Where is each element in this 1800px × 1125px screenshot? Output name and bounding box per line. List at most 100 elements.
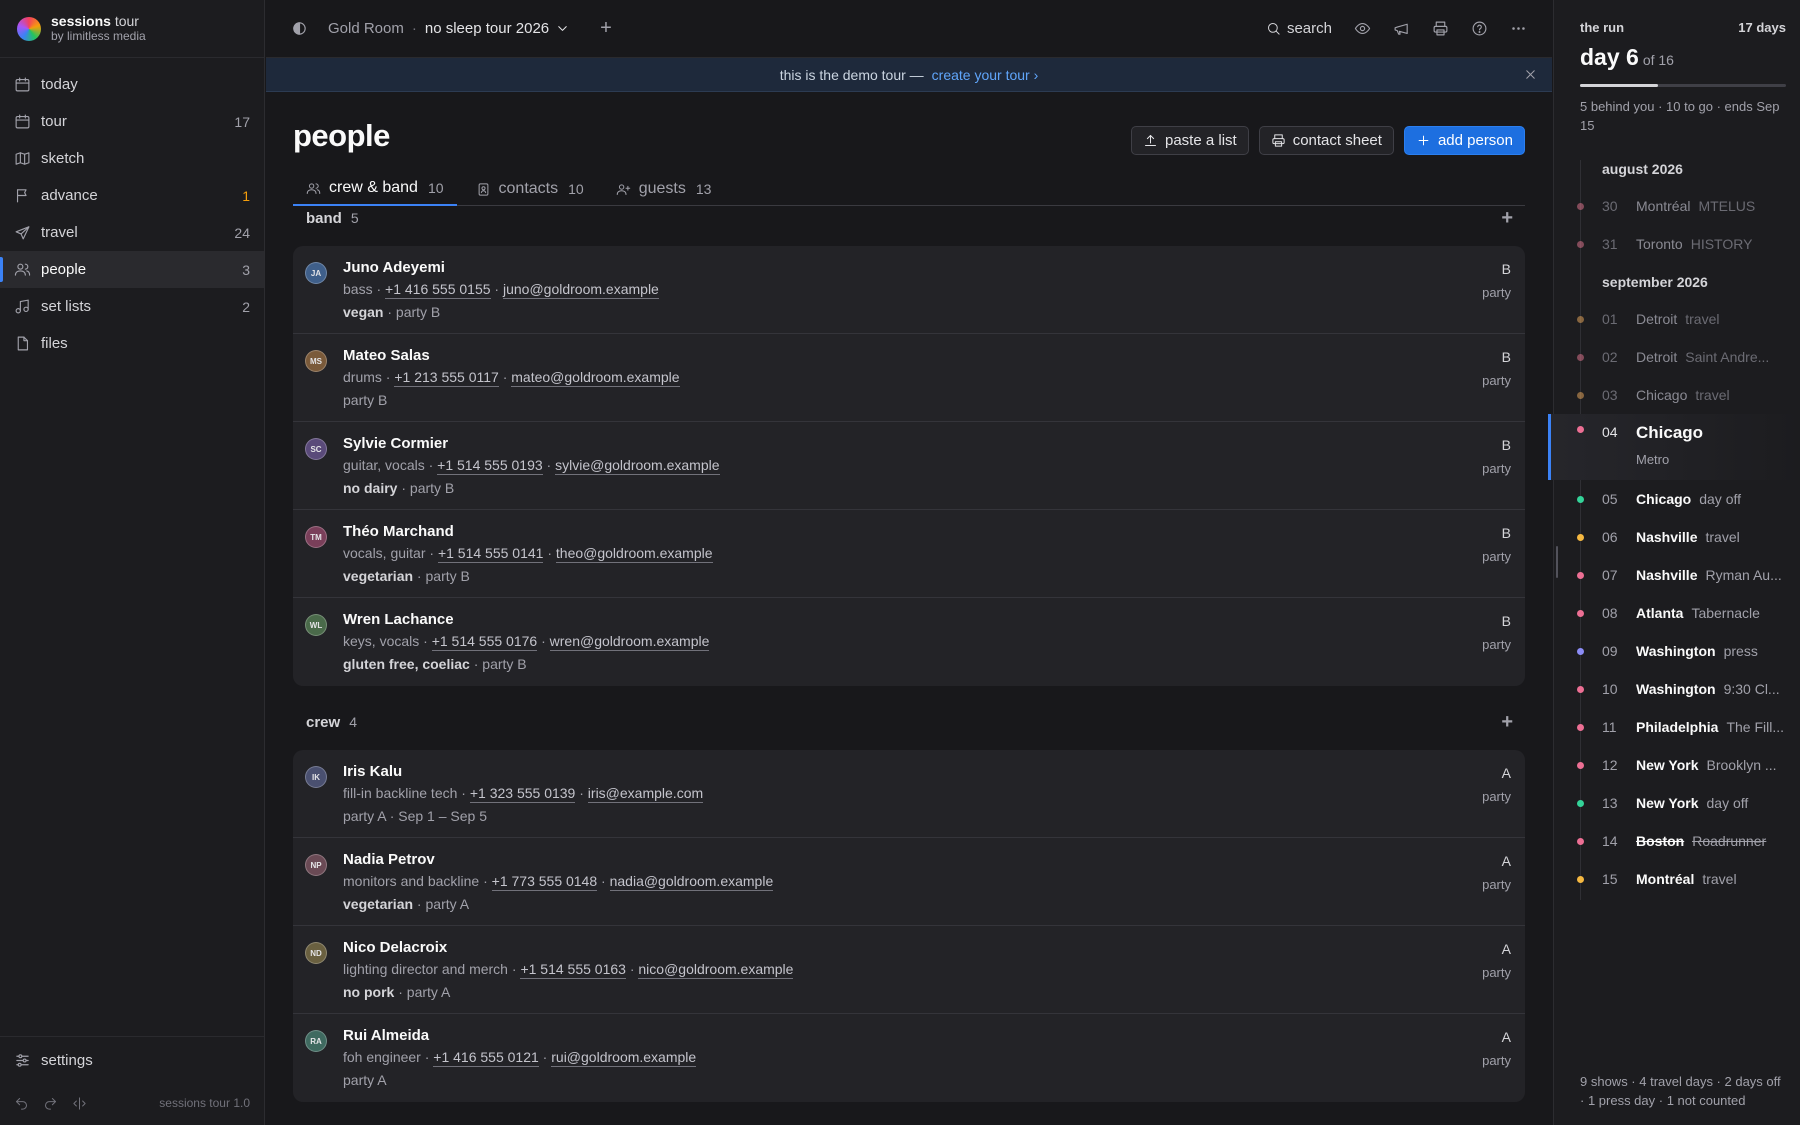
- person-row[interactable]: MS Mateo Salas drums · +1 213 555 0117 · m…: [293, 334, 1525, 422]
- person-phone-link[interactable]: +1 514 555 0193: [437, 457, 543, 475]
- contact-sheet-button[interactable]: contact sheet: [1258, 126, 1394, 155]
- date-day: 09: [1602, 643, 1618, 659]
- add-person-button[interactable]: add person: [1403, 126, 1525, 155]
- sidebar-item-files[interactable]: files: [0, 325, 264, 362]
- party-badge[interactable]: B: [1502, 437, 1511, 453]
- person-row[interactable]: JA Juno Adeyemi bass · +1 416 555 0155 · j…: [293, 246, 1525, 334]
- sidebar-item-travel[interactable]: travel 24: [0, 214, 264, 251]
- timeline-date[interactable]: 01 Detroit travel: [1554, 300, 1800, 338]
- person-phone-link[interactable]: +1 514 555 0163: [520, 961, 626, 979]
- timeline-date[interactable]: 30 Montréal MTELUS: [1554, 187, 1800, 225]
- timeline-date[interactable]: 09 Washington press: [1554, 632, 1800, 670]
- person-email-link[interactable]: nico@goldroom.example: [638, 961, 794, 979]
- person-phone-link[interactable]: +1 213 555 0117: [394, 369, 499, 387]
- sidebar-item-settings[interactable]: settings: [0, 1037, 264, 1083]
- redo-icon[interactable]: [43, 1096, 58, 1111]
- person-email-link[interactable]: theo@goldroom.example: [555, 545, 713, 563]
- tab-guests[interactable]: guests 13: [603, 172, 725, 206]
- help-icon[interactable]: [1471, 20, 1488, 37]
- person-party-text: party B: [395, 304, 441, 320]
- sidebar-item-set-lists[interactable]: set lists 2: [0, 288, 264, 325]
- party-badge[interactable]: A: [1502, 1029, 1511, 1045]
- person-name[interactable]: Sylvie Cormier: [343, 435, 448, 452]
- party-badge[interactable]: B: [1502, 349, 1511, 365]
- person-email-link[interactable]: wren@goldroom.example: [549, 633, 710, 651]
- sidebar-item-advance[interactable]: advance 1: [0, 177, 264, 214]
- sidebar-item-tour[interactable]: tour 17: [0, 103, 264, 140]
- sidebar-item-today[interactable]: today: [0, 66, 264, 103]
- person-name[interactable]: Nadia Petrov: [343, 851, 435, 868]
- create-tour-link[interactable]: create your tour ›: [932, 67, 1039, 83]
- person-email-link[interactable]: juno@goldroom.example: [502, 281, 659, 299]
- timeline-date[interactable]: 02 Detroit Saint Andre...: [1554, 338, 1800, 376]
- printer-icon[interactable]: [1432, 20, 1449, 37]
- person-phone-link[interactable]: +1 514 555 0176: [431, 633, 538, 651]
- person-row[interactable]: SC Sylvie Cormier guitar, vocals · +1 514 …: [293, 422, 1525, 510]
- person-email-link[interactable]: rui@goldroom.example: [551, 1049, 697, 1067]
- person-email-link[interactable]: iris@example.com: [587, 785, 704, 803]
- sidebar-item-sketch[interactable]: sketch: [0, 140, 264, 177]
- breadcrumb-room[interactable]: Gold Room: [328, 20, 404, 37]
- person-row[interactable]: RA Rui Almeida foh engineer · +1 416 555 0…: [293, 1014, 1525, 1102]
- person-email-link[interactable]: nadia@goldroom.example: [609, 873, 774, 891]
- party-badge[interactable]: B: [1502, 525, 1511, 541]
- theme-toggle-icon[interactable]: [291, 20, 308, 37]
- person-row[interactable]: NP Nadia Petrov monitors and backline · +1…: [293, 838, 1525, 926]
- tour-selector[interactable]: no sleep tour 2026: [425, 20, 570, 37]
- add-to-group-button[interactable]: +: [1501, 711, 1513, 734]
- party-badge[interactable]: A: [1502, 853, 1511, 869]
- person-phone-link[interactable]: +1 416 555 0121: [433, 1049, 539, 1067]
- sidebar-item-people[interactable]: people 3: [0, 251, 264, 288]
- person-name[interactable]: Wren Lachance: [343, 611, 454, 628]
- timeline-date[interactable]: 11 Philadelphia The Fill...: [1554, 708, 1800, 746]
- person-name[interactable]: Juno Adeyemi: [343, 259, 445, 276]
- person-name[interactable]: Nico Delacroix: [343, 939, 447, 956]
- split-view-icon[interactable]: [72, 1096, 87, 1111]
- plane-icon: [15, 226, 30, 240]
- timeline-date[interactable]: 15 Montréal travel: [1554, 860, 1800, 898]
- new-tour-button[interactable]: +: [600, 17, 612, 40]
- timeline-date[interactable]: 04 Chicago Metro: [1548, 414, 1800, 480]
- person-phone-link[interactable]: +1 416 555 0155: [385, 281, 491, 299]
- person-phone-link[interactable]: +1 323 555 0139: [469, 785, 576, 803]
- party-badge[interactable]: A: [1502, 765, 1511, 781]
- person-name[interactable]: Mateo Salas: [343, 347, 430, 364]
- person-email-link[interactable]: sylvie@goldroom.example: [555, 457, 720, 475]
- person-row[interactable]: ND Nico Delacroix lighting director and me…: [293, 926, 1525, 1014]
- timeline-date[interactable]: 13 New York day off: [1554, 784, 1800, 822]
- timeline-date[interactable]: 14 Boston Roadrunner: [1554, 822, 1800, 860]
- timeline-date[interactable]: 07 Nashville Ryman Au...: [1554, 556, 1800, 594]
- timeline-date[interactable]: 05 Chicago day off: [1554, 480, 1800, 518]
- person-name[interactable]: Théo Marchand: [343, 523, 454, 540]
- tab-contacts[interactable]: contacts 10: [463, 172, 597, 206]
- eye-icon[interactable]: [1354, 20, 1371, 37]
- search-button[interactable]: search: [1266, 20, 1332, 37]
- person-row[interactable]: IK Iris Kalu fill-in backline tech · +1 32…: [293, 750, 1525, 838]
- add-to-group-button[interactable]: +: [1501, 207, 1513, 230]
- megaphone-icon[interactable]: [1393, 20, 1410, 37]
- brand[interactable]: sessions tour by limitless media: [0, 0, 264, 58]
- party-badge[interactable]: B: [1502, 261, 1511, 277]
- date-status-dot: [1577, 495, 1584, 503]
- tab-crew-band[interactable]: crew & band 10: [293, 172, 457, 206]
- more-icon[interactable]: [1510, 20, 1527, 37]
- undo-icon[interactable]: [14, 1096, 29, 1111]
- person-row[interactable]: WL Wren Lachance keys, vocals · +1 514 555…: [293, 598, 1525, 686]
- paste-list-button[interactable]: paste a list: [1130, 126, 1249, 155]
- person-row[interactable]: TM Théo Marchand vocals, guitar · +1 514 5…: [293, 510, 1525, 598]
- party-badge[interactable]: A: [1502, 941, 1511, 957]
- person-name[interactable]: Rui Almeida: [343, 1027, 429, 1044]
- person-email-link[interactable]: mateo@goldroom.example: [511, 369, 680, 387]
- close-icon[interactable]: [1523, 67, 1538, 82]
- timeline-date[interactable]: 08 Atlanta Tabernacle: [1554, 594, 1800, 632]
- person-name[interactable]: Iris Kalu: [343, 763, 402, 780]
- timeline-date[interactable]: 12 New York Brooklyn ...: [1554, 746, 1800, 784]
- timeline-date[interactable]: 31 Toronto HISTORY: [1554, 225, 1800, 263]
- timeline-date[interactable]: 03 Chicago travel: [1554, 376, 1800, 414]
- panel-resize-handle[interactable]: [1556, 546, 1558, 578]
- timeline-date[interactable]: 10 Washington 9:30 Cl...: [1554, 670, 1800, 708]
- timeline-date[interactable]: 06 Nashville travel: [1554, 518, 1800, 556]
- party-badge[interactable]: B: [1502, 613, 1511, 629]
- person-phone-link[interactable]: +1 773 555 0148: [491, 873, 598, 891]
- person-phone-link[interactable]: +1 514 555 0141: [437, 545, 544, 563]
